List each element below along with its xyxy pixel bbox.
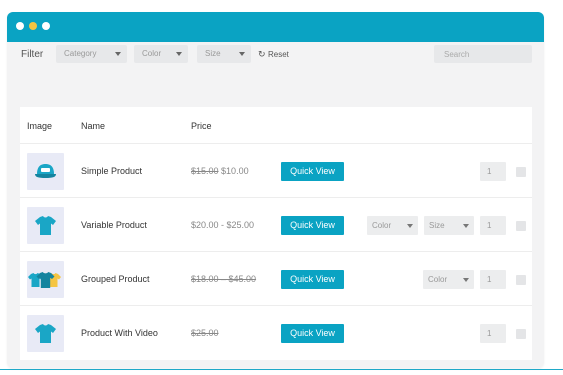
table-row: Simple Product $15.00 $10.00 Quick View …	[20, 144, 532, 198]
tshirt-icon	[35, 216, 56, 235]
size-filter-select[interactable]: Size	[197, 45, 251, 63]
color-variant-label: Color	[372, 221, 392, 230]
reset-icon: ↻	[258, 49, 266, 59]
quantity-input[interactable]: 1	[480, 216, 506, 235]
chevron-down-icon	[176, 52, 182, 56]
size-variant-label: Size	[429, 221, 445, 230]
table-row: Grouped Product $18.00 – $45.00 Quick Vi…	[20, 252, 532, 306]
product-thumbnail[interactable]	[27, 207, 64, 244]
chevron-down-icon	[463, 224, 469, 228]
tshirt-icon	[35, 324, 56, 343]
old-price-range: $18.00 – $45.00	[191, 274, 257, 284]
quick-view-button[interactable]: Quick View	[281, 270, 344, 289]
product-thumbnail[interactable]	[27, 153, 64, 190]
category-filter-label: Category	[64, 49, 97, 58]
search-input[interactable]	[434, 45, 532, 63]
quick-view-button[interactable]: Quick View	[281, 162, 344, 181]
chevron-down-icon	[463, 278, 469, 282]
product-price: $15.00 $10.00	[191, 166, 249, 176]
color-variant-select[interactable]: Color	[423, 270, 474, 289]
quantity-input[interactable]: 1	[480, 270, 506, 289]
product-thumbnail[interactable]	[27, 315, 64, 352]
quantity-input[interactable]: 1	[480, 324, 506, 343]
bottom-divider	[0, 369, 563, 370]
product-thumbnail[interactable]	[27, 261, 64, 298]
product-price: $20.00 - $25.00	[191, 220, 255, 230]
filter-label: Filter	[21, 49, 44, 60]
product-price: $18.00 – $45.00	[191, 274, 256, 284]
table-row: Product With Video $25.00 Quick View 1	[20, 306, 532, 360]
app-window: Filter Category Color Size ↻Reset Image …	[7, 12, 544, 368]
reset-button[interactable]: ↻ Reset	[258, 49, 289, 60]
cap-icon	[35, 164, 56, 178]
category-filter-select[interactable]: Category	[56, 45, 127, 63]
size-variant-select[interactable]: Size	[424, 216, 474, 235]
size-filter-label: Size	[205, 49, 221, 58]
product-table: Image Name Price Simple Product $15.00 $…	[20, 107, 532, 360]
window-dot-close[interactable]	[16, 22, 24, 30]
table-row: Variable Product $20.00 - $25.00 Quick V…	[20, 198, 532, 252]
product-name[interactable]: Variable Product	[81, 220, 147, 230]
product-name[interactable]: Simple Product	[81, 166, 142, 176]
window-dot-maximize[interactable]	[42, 22, 50, 30]
window-dot-minimize[interactable]	[29, 22, 37, 30]
quick-view-button[interactable]: Quick View	[281, 216, 344, 235]
product-name[interactable]: Product With Video	[81, 328, 158, 338]
color-variant-label: Color	[428, 275, 448, 284]
product-name[interactable]: Grouped Product	[81, 274, 150, 284]
select-checkbox[interactable]	[516, 167, 526, 177]
chevron-down-icon	[115, 52, 121, 56]
select-checkbox[interactable]	[516, 275, 526, 285]
quick-view-button[interactable]: Quick View	[281, 324, 344, 343]
column-header-price: Price	[191, 121, 212, 131]
old-price: $15.00	[191, 166, 219, 176]
color-variant-select[interactable]: Color	[367, 216, 418, 235]
tshirts-group-icon	[28, 272, 61, 288]
select-checkbox[interactable]	[516, 329, 526, 339]
old-price: $25.00	[191, 328, 219, 338]
select-checkbox[interactable]	[516, 221, 526, 231]
column-header-name: Name	[81, 121, 106, 131]
quantity-input[interactable]: 1	[480, 162, 506, 181]
title-bar	[7, 12, 544, 42]
color-filter-select[interactable]: Color	[134, 45, 188, 63]
chevron-down-icon	[239, 52, 245, 56]
color-filter-label: Color	[142, 49, 162, 58]
chevron-down-icon	[407, 224, 413, 228]
sale-price: $10.00	[221, 166, 249, 176]
product-price: $25.00	[191, 328, 219, 338]
reset-label: Reset	[268, 50, 289, 59]
column-header-image: Image	[27, 121, 53, 131]
